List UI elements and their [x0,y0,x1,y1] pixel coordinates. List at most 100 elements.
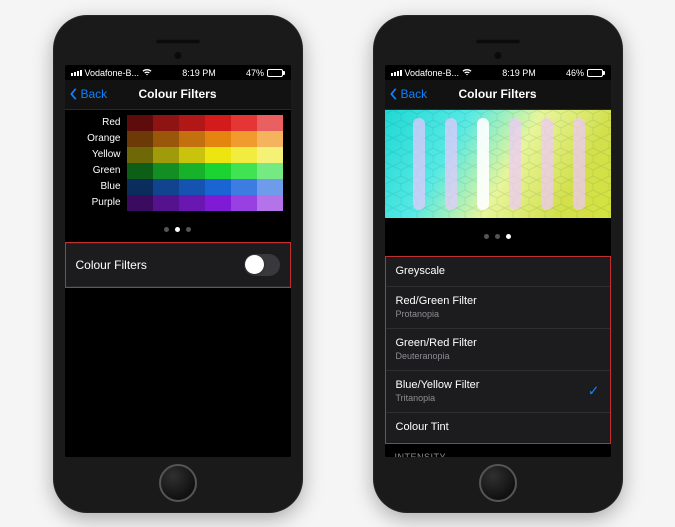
filter-title: Blue/Yellow Filter [396,379,600,392]
battery-icon [267,69,285,77]
filter-title: Greyscale [396,265,600,278]
wifi-icon [142,68,152,78]
swatch-cell [179,163,205,179]
home-button[interactable] [159,464,197,502]
swatch-cell [231,115,257,131]
swatch-cell [179,115,205,131]
swatch-cell [127,115,153,131]
status-time: 8:19 PM [182,68,216,78]
intensity-header: INTENSITY [385,444,611,457]
nav-bar: Back Colour Filters [385,80,611,110]
home-button[interactable] [479,464,517,502]
swatch-cell [257,163,283,179]
filter-option[interactable]: Colour Tint [386,413,610,443]
preview-stripe [509,118,521,210]
page-dots[interactable] [385,218,611,250]
swatch-cell [205,163,231,179]
swatch-cell [179,147,205,163]
swatch-cell [127,179,153,195]
speaker-grille [475,39,521,44]
swatch-cell [127,195,153,211]
preview-stripe [413,118,425,210]
swatch-row: Blue [73,179,283,195]
swatch-cell [153,195,179,211]
carrier-label: Vodafone-B... [85,68,140,78]
hexagon-preview[interactable] [385,110,611,218]
page-dots[interactable] [73,211,283,243]
filter-title: Red/Green Filter [396,295,600,308]
swatch-cell [127,147,153,163]
page-dot[interactable] [495,234,500,239]
page-dot[interactable] [186,227,191,232]
filter-title: Colour Tint [396,421,600,434]
swatch-row: Purple [73,195,283,211]
swatch-cell [231,179,257,195]
colour-swatch-preview[interactable]: Red Orange Yellow Green Blue Purple [65,110,291,243]
swatch-label: Blue [77,181,127,192]
swatch-cell [257,179,283,195]
back-label: Back [81,87,108,101]
swatch-label: Green [77,165,127,176]
swatch-cell [205,195,231,211]
swatch-cell [153,115,179,131]
signal-icon [391,70,402,76]
swatch-cell [153,179,179,195]
swatch-cell [231,195,257,211]
filter-option[interactable]: Greyscale [386,257,610,287]
swatch-cell [257,131,283,147]
preview-stripe [477,118,489,210]
filter-subtitle: Protanopia [396,309,600,320]
preview-stripe [541,118,553,210]
page-dot[interactable] [164,227,169,232]
screen-right: Vodafone-B... 8:19 PM 46% Back Colour Fi… [385,65,611,457]
phone-frame-right: Vodafone-B... 8:19 PM 46% Back Colour Fi… [373,15,623,513]
swatch-label: Red [77,117,127,128]
preview-stripe [445,118,457,210]
content-left: Red Orange Yellow Green Blue Purple Colour Fi… [65,110,291,457]
speaker-grille [155,39,201,44]
swatch-cell [231,131,257,147]
nav-bar: Back Colour Filters [65,80,291,110]
filter-subtitle: Deuteranopia [396,351,600,362]
filter-subtitle: Tritanopia [396,393,600,404]
page-dot[interactable] [175,227,180,232]
phone-frame-left: Vodafone-B... 8:19 PM 47% Back Colour Fi… [53,15,303,513]
colour-filters-toggle-row[interactable]: Colour Filters [66,243,290,287]
swatch-cell [179,195,205,211]
swatch-label: Purple [77,197,127,208]
chevron-left-icon [69,87,79,101]
swatch-cell [127,131,153,147]
battery-pct: 47% [246,68,264,78]
page-dot[interactable] [484,234,489,239]
swatch-row: Orange [73,131,283,147]
filter-list: GreyscaleRed/Green FilterProtanopiaGreen… [385,256,611,444]
filter-option[interactable]: Green/Red FilterDeuteranopia [386,329,610,371]
swatch-cell [205,179,231,195]
swatch-cell [205,147,231,163]
back-button[interactable]: Back [65,87,108,101]
toggle-label: Colour Filters [76,258,147,272]
filter-option[interactable]: Blue/Yellow FilterTritanopia✓ [386,371,610,413]
toggle-switch[interactable] [244,254,280,276]
swatch-cell [231,163,257,179]
swatch-cell [179,179,205,195]
swatch-cell [257,195,283,211]
back-button[interactable]: Back [385,87,428,101]
swatch-label: Orange [77,133,127,144]
battery-pct: 46% [566,68,584,78]
battery-icon [587,69,605,77]
preview-stripe [573,118,585,210]
swatch-cell [127,163,153,179]
status-time: 8:19 PM [502,68,536,78]
signal-icon [71,70,82,76]
chevron-left-icon [389,87,399,101]
checkmark-icon: ✓ [588,383,600,400]
filter-option[interactable]: Red/Green FilterProtanopia [386,287,610,329]
swatch-cell [205,131,231,147]
front-sensor [494,52,501,59]
filter-title: Green/Red Filter [396,337,600,350]
swatch-row: Yellow [73,147,283,163]
swatch-cell [153,131,179,147]
swatch-cell [231,147,257,163]
page-dot[interactable] [506,234,511,239]
